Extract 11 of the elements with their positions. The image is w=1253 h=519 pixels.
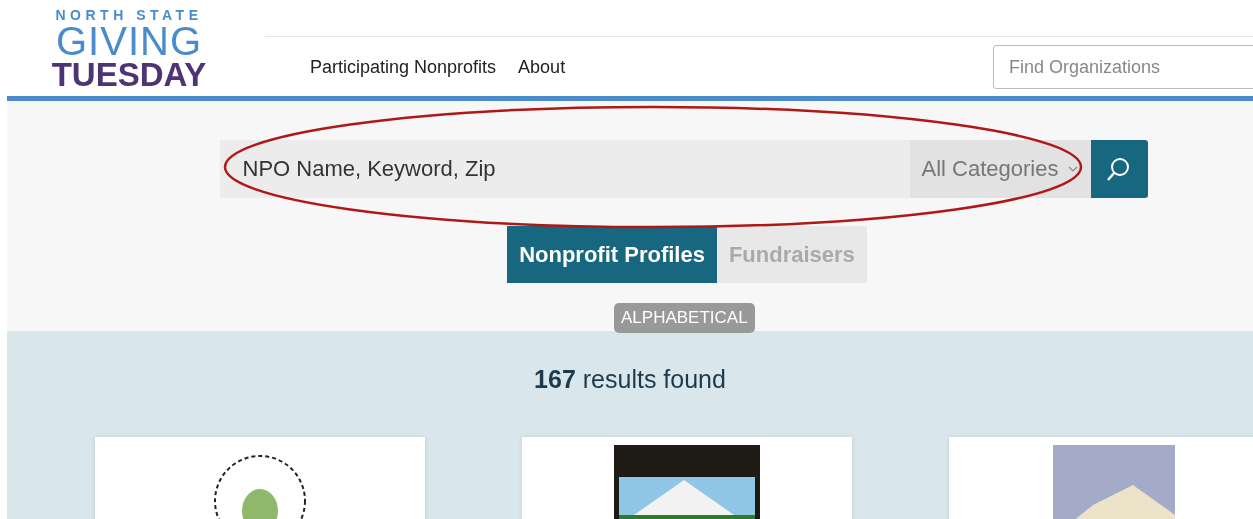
logo-text: TUESDAY xyxy=(51,59,207,91)
category-dropdown[interactable]: All Categories xyxy=(909,140,1091,198)
nav-link[interactable]: Participating Nonprofits xyxy=(310,56,497,78)
search-field[interactable]: Find Organizations xyxy=(993,45,1253,89)
logo-text: GIVING xyxy=(56,23,202,59)
nav-link[interactable]: About xyxy=(518,56,566,78)
search-field[interactable]: NPO Name, Keyword, Zip xyxy=(219,140,910,198)
logo-text: NORTH STATE xyxy=(55,7,203,23)
tab[interactable]: Nonprofit Profiles xyxy=(507,226,717,283)
site-logo[interactable]: NORTH STATE GIVING TUESDAY xyxy=(43,7,215,91)
results-count: 167 results found xyxy=(534,365,726,394)
